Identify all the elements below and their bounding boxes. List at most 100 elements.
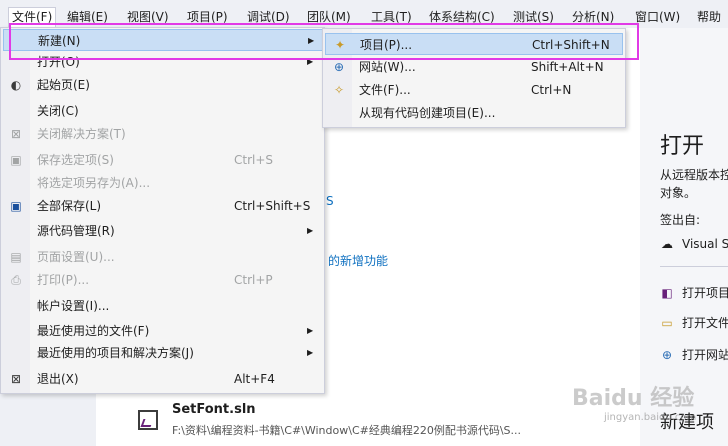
menu-item-page-setup[interactable]: ▤ 页面设置(U)... [3, 246, 323, 268]
vsts-item[interactable]: ☁ Visual S [660, 237, 728, 251]
menu-item-label: 保存选定项(S) [37, 153, 114, 167]
whats-new-link[interactable]: 的新增功能 [328, 252, 388, 269]
menu-item-close[interactable]: 关闭(C) [3, 100, 323, 122]
submenu-arrow-icon: ▶ [307, 57, 314, 66]
open-file-label: 打开文件 [682, 316, 728, 330]
menu-item-recent-files[interactable]: 最近使用过的文件(F) ▶ [3, 320, 323, 342]
submenu-item-shortcut: Ctrl+N [531, 83, 572, 97]
solution-icon [138, 410, 158, 430]
new-project-icon: ✦ [334, 38, 346, 52]
menu-item-label: 新建(N) [38, 34, 81, 48]
exit-icon: ⊠ [10, 372, 22, 386]
submenu-item-label: 从现有代码创建项目(E)... [359, 106, 496, 120]
menu-item-label: 退出(X) [37, 372, 79, 386]
cloud-icon: ☁ [661, 237, 673, 251]
link-fragment[interactable]: S [326, 194, 334, 208]
menu-item-save-all[interactable]: ▣ 全部保存(L) Ctrl+Shift+S [3, 195, 323, 217]
menu-item-label: 将选定项另存为(A)... [37, 176, 151, 190]
file-menu: 新建(N) ▶ 打开(O) ▶ ◐ 起始页(E) 关闭(C) ⊠ 关闭解决方案(… [0, 27, 325, 394]
watermark-url: jingyan.baidu.com [604, 412, 697, 423]
menu-item-print[interactable]: ⎙ 打印(P)... Ctrl+P [3, 269, 323, 291]
recent-solution[interactable]: SetFont.sln F:\资料\编程资料-书籍\C#\Window\C#经典… [138, 400, 578, 446]
submenu-arrow-icon: ▶ [307, 326, 314, 335]
page-setup-icon: ▤ [10, 250, 22, 264]
menu-architecture[interactable]: 体系结构(C) [429, 8, 495, 26]
new-submenu: ✦ 项目(P)... Ctrl+Shift+N ⊕ 网站(W)... Shift… [322, 28, 626, 128]
menu-test[interactable]: 测试(S) [513, 8, 554, 26]
menu-item-label: 页面设置(U)... [37, 250, 115, 264]
start-page-icon: ◐ [10, 78, 22, 92]
menu-item-label: 全部保存(L) [37, 199, 102, 213]
menu-item-close-solution[interactable]: ⊠ 关闭解决方案(T) [3, 123, 323, 145]
submenu-item-from-existing-code[interactable]: 从现有代码创建项目(E)... [325, 102, 623, 124]
menu-item-label: 最近使用的项目和解决方案(J) [37, 346, 194, 360]
menu-item-label: 源代码管理(R) [37, 224, 115, 238]
menu-item-label: 关闭解决方案(T) [37, 127, 126, 141]
menu-item-shortcut: Ctrl+S [234, 153, 274, 167]
menu-item-label: 帐户设置(I)... [37, 299, 110, 313]
menu-team[interactable]: 团队(M) [307, 8, 351, 26]
save-all-icon: ▣ [10, 199, 22, 213]
submenu-item-label: 项目(P)... [360, 38, 413, 52]
vsts-label: Visual S [682, 237, 728, 251]
recent-solution-path: F:\资料\编程资料-书籍\C#\Window\C#经典编程220例配书源代码\… [172, 424, 522, 437]
submenu-item-shortcut: Shift+Alt+N [531, 60, 604, 74]
menu-file[interactable]: 文件(F) [8, 7, 57, 28]
menu-edit[interactable]: 编辑(E) [67, 8, 108, 26]
menu-item-save-as[interactable]: 将选定项另存为(A)... [3, 172, 323, 194]
open-description-2: 对象。 [660, 186, 697, 200]
close-solution-icon: ⊠ [10, 127, 22, 141]
open-project-label: 打开项目 [682, 286, 728, 300]
menu-debug[interactable]: 调试(D) [247, 8, 290, 26]
menu-item-recent-projects[interactable]: 最近使用的项目和解决方案(J) ▶ [3, 342, 323, 364]
recent-solution-name: SetFont.sln [172, 402, 256, 417]
menu-item-start-page[interactable]: ◐ 起始页(E) [3, 74, 323, 96]
globe-icon: ⊕ [661, 348, 673, 362]
save-icon: ▣ [10, 153, 22, 167]
open-title: 打开 [660, 134, 705, 159]
menu-help[interactable]: 帮助 [697, 8, 721, 26]
menu-item-exit[interactable]: ⊠ 退出(X) Alt+F4 [3, 368, 323, 390]
menu-item-open[interactable]: 打开(O) ▶ [3, 51, 323, 73]
menu-item-shortcut: Ctrl+Shift+S [234, 199, 311, 213]
menu-item-shortcut: Alt+F4 [234, 372, 275, 386]
submenu-arrow-icon: ▶ [308, 36, 315, 45]
watermark: Baidu 经验 [572, 386, 695, 411]
menu-item-new[interactable]: 新建(N) ▶ [3, 29, 323, 51]
menu-item-label: 关闭(C) [37, 104, 79, 118]
menu-item-source-control[interactable]: 源代码管理(R) ▶ [3, 220, 323, 242]
menu-analyze[interactable]: 分析(N) [572, 8, 614, 26]
menu-item-label: 起始页(E) [37, 78, 90, 92]
open-project-item[interactable]: ◧ 打开项目 [660, 284, 728, 301]
submenu-arrow-icon: ▶ [307, 226, 314, 235]
menu-bar: 文件(F) 编辑(E) 视图(V) 项目(P) 调试(D) 团队(M) 工具(T… [0, 0, 728, 28]
submenu-item-file[interactable]: ✧ 文件(F)... Ctrl+N [325, 79, 623, 101]
new-file-icon: ✧ [333, 83, 345, 97]
menu-item-label: 打开(O) [37, 55, 80, 69]
menu-item-label: 打印(P)... [37, 273, 90, 287]
menu-tools[interactable]: 工具(T) [371, 8, 412, 26]
submenu-arrow-icon: ▶ [307, 348, 314, 357]
open-website-item[interactable]: ⊕ 打开网站 [660, 346, 728, 363]
website-icon: ⊕ [333, 60, 345, 74]
menu-item-account-settings[interactable]: 帐户设置(I)... [3, 295, 323, 317]
submenu-item-project[interactable]: ✦ 项目(P)... Ctrl+Shift+N [325, 33, 623, 55]
menu-view[interactable]: 视图(V) [127, 8, 169, 26]
open-file-item[interactable]: ▭ 打开文件 [660, 314, 728, 331]
submenu-item-label: 网站(W)... [359, 60, 416, 74]
submenu-item-label: 文件(F)... [359, 83, 411, 97]
submenu-item-website[interactable]: ⊕ 网站(W)... Shift+Alt+N [325, 56, 623, 78]
menu-project[interactable]: 项目(P) [187, 8, 228, 26]
submenu-item-shortcut: Ctrl+Shift+N [532, 38, 610, 52]
signin-label: 签出自: [660, 213, 701, 227]
vs-project-icon: ◧ [661, 286, 673, 300]
menu-item-label: 最近使用过的文件(F) [37, 324, 150, 338]
menu-item-save-selected[interactable]: ▣ 保存选定项(S) Ctrl+S [3, 149, 323, 171]
menu-item-shortcut: Ctrl+P [234, 273, 273, 287]
separator [660, 266, 728, 267]
print-icon: ⎙ [11, 273, 21, 287]
open-website-label: 打开网站 [682, 348, 728, 362]
open-description-1: 从远程版本控 [660, 168, 728, 182]
folder-icon: ▭ [661, 316, 673, 330]
menu-window[interactable]: 窗口(W) [635, 8, 680, 26]
